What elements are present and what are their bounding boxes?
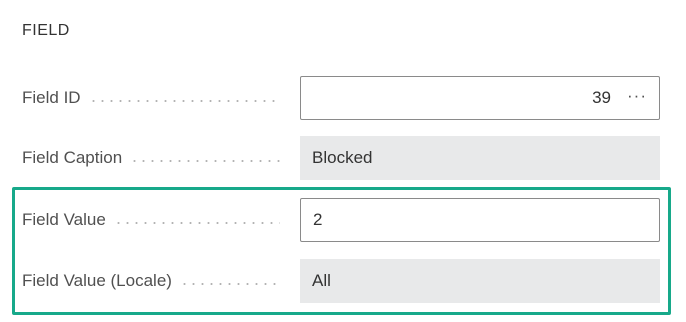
field-value-value[interactable]: 2 — [313, 210, 322, 230]
field-caption-value-box: Blocked — [300, 136, 660, 180]
label-leader-dots — [113, 222, 280, 224]
field-id-value[interactable]: 39 — [592, 88, 611, 108]
field-id-input[interactable]: 39 ··· — [300, 76, 660, 120]
field-value-label: Field Value — [22, 210, 106, 229]
field-id-label-container: Field ID — [22, 76, 292, 120]
label-leader-dots — [88, 100, 280, 102]
field-caption-value: Blocked — [312, 148, 373, 167]
ellipsis-icon[interactable]: ··· — [627, 87, 647, 104]
field-value-locale-value: All — [312, 271, 331, 290]
field-value-locale-value-box: All — [300, 259, 660, 303]
label-leader-dots — [179, 283, 280, 285]
label-leader-dots — [130, 160, 280, 162]
field-value-locale-label-container: Field Value (Locale) — [22, 259, 292, 303]
field-row-field-value-locale: Field Value (Locale) All — [0, 259, 686, 303]
field-row-field-id: Field ID 39 ··· — [0, 76, 686, 120]
field-row-field-value: Field Value 2 — [0, 198, 686, 242]
field-caption-label: Field Caption — [22, 148, 123, 167]
field-id-label: Field ID — [22, 88, 81, 107]
section-title: FIELD — [22, 22, 70, 39]
field-value-locale-label: Field Value (Locale) — [22, 271, 172, 290]
field-value-label-container: Field Value — [22, 198, 292, 242]
field-caption-label-container: Field Caption — [22, 136, 292, 180]
field-card: FIELD Field ID 39 ··· Field Caption Bloc… — [0, 0, 686, 322]
field-row-field-caption: Field Caption Blocked — [0, 136, 686, 180]
field-value-input[interactable]: 2 — [300, 198, 660, 242]
